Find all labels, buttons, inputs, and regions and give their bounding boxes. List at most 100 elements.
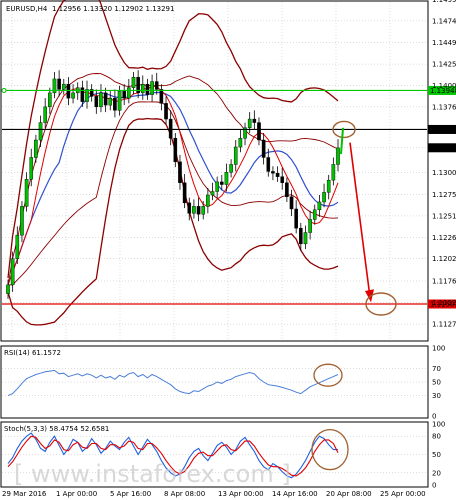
candle-body <box>150 81 154 95</box>
y-tick-label: 1.11520 <box>432 299 456 307</box>
candle-body <box>71 92 75 99</box>
candle-body <box>57 78 61 90</box>
x-tick-label: 25 Apr 00:00 <box>380 490 426 498</box>
watermark: [ www.instaforex.com ] <box>14 460 291 488</box>
candle-body <box>122 90 126 99</box>
chart-header: EURUSD,H4 <box>6 5 48 13</box>
candle-body <box>178 161 182 183</box>
indicator-tick-label: 30 <box>432 392 441 400</box>
y-tick-label: 1.14005 <box>432 82 456 90</box>
indicator-tick-label: 100 <box>432 421 445 429</box>
candle-body <box>280 176 285 183</box>
x-tick-label: 13 Apr 00:00 <box>218 490 264 498</box>
indicator-tick-label: 50 <box>432 379 441 387</box>
y-tick-label: 1.11270 <box>432 321 456 329</box>
candle-body <box>187 202 192 214</box>
candle-body <box>131 76 136 88</box>
candle-body <box>29 157 34 180</box>
y-tick-label: 1.13005 <box>432 169 456 177</box>
candle-body <box>127 87 131 99</box>
candle-body <box>224 172 229 185</box>
candle-body <box>168 118 173 139</box>
candle-body <box>285 182 289 197</box>
candle-body <box>271 171 275 174</box>
stoch-label: Stoch(5,3,3) 58.4754 52.6581 <box>4 425 109 433</box>
candle-body <box>331 164 336 181</box>
candle-body <box>257 122 261 141</box>
x-tick-label: 1 Apr 00:00 <box>56 490 97 498</box>
candle-body <box>173 138 178 163</box>
candle-body <box>20 206 24 236</box>
candle-body <box>247 118 252 128</box>
candle-body <box>80 87 85 102</box>
candle-body <box>48 92 52 108</box>
candle-body <box>322 192 326 203</box>
y-tick-label: 1.11765 <box>432 277 456 285</box>
candle-body <box>220 181 224 185</box>
chart-root: 1.139481.135011.115011.13291 1.149901.14… <box>0 0 456 498</box>
candle-body <box>108 97 113 106</box>
candle-body <box>10 258 15 286</box>
indicator-tick-label: 0 <box>432 482 436 490</box>
y-tick-label: 1.13291 <box>432 144 456 152</box>
candle-body <box>233 146 238 165</box>
candle-body <box>252 118 257 123</box>
candle-body <box>15 234 20 259</box>
y-tick-label: 1.12265 <box>432 234 456 242</box>
candle-body <box>6 284 10 294</box>
y-tick-label: 1.12020 <box>432 255 456 263</box>
x-tick-label: 8 Apr 08:00 <box>164 490 205 498</box>
candle-body <box>317 201 322 211</box>
y-tick-label: 1.12755 <box>432 191 456 199</box>
x-tick-label: 20 Apr 08:00 <box>326 490 372 498</box>
candle-body <box>34 139 38 158</box>
chart-header-ohlc: 1.12956 1.13320 1.12902 1.13291 <box>52 5 174 13</box>
level-handle <box>1 87 7 93</box>
x-tick-label: 14 Apr 16:00 <box>272 490 318 498</box>
candle-body <box>164 103 168 120</box>
candle-body <box>275 172 280 177</box>
time-axis: 29 Mar 2016 1 Apr 00:00 5 Apr 16:00 8 Apr 0… <box>2 490 426 498</box>
candle-body <box>336 147 340 165</box>
candle-body <box>154 81 159 90</box>
x-tick-label: 29 Mar 2016 <box>2 490 47 498</box>
candle-body <box>117 90 122 111</box>
candle-body <box>206 194 210 207</box>
candle-body <box>113 97 117 111</box>
candle-body <box>299 227 303 245</box>
indicator-tick-label: 80 <box>432 433 441 441</box>
y-tick-label: 1.12510 <box>432 212 456 220</box>
candle-body <box>66 83 71 99</box>
candle-body <box>210 191 215 196</box>
indicator-tick-label: 0 <box>432 413 436 421</box>
y-tick-label: 1.14495 <box>432 39 456 47</box>
candle-body <box>145 83 150 95</box>
candle-body <box>261 139 266 158</box>
candle-body <box>229 164 233 173</box>
candle-body <box>238 138 243 148</box>
candle-body <box>326 179 331 193</box>
price-pane <box>0 0 429 342</box>
candle-body <box>24 179 29 207</box>
candle-body <box>215 181 219 192</box>
indicator-tick-label: 70 <box>432 365 441 373</box>
candle-body <box>289 196 294 210</box>
candle-body <box>312 209 317 220</box>
candle-body <box>308 219 312 233</box>
y-tick-label: 1.14990 <box>432 0 456 4</box>
x-tick-label: 5 Apr 16:00 <box>110 490 151 498</box>
candle-body <box>43 106 47 123</box>
candle-body <box>140 83 145 94</box>
y-tick-label: 1.13760 <box>432 103 456 111</box>
candle-body <box>103 92 108 106</box>
candle-body <box>201 206 206 215</box>
candle-body <box>38 122 43 141</box>
candle-body <box>192 206 196 214</box>
rsi-label: RSI(14) 61.1572 <box>4 349 61 357</box>
candle-body <box>303 232 308 245</box>
candle-body <box>159 89 164 104</box>
indicator-tick-label: 50 <box>432 451 441 459</box>
y-tick-label: 1.14250 <box>432 61 456 69</box>
candle-body <box>99 92 103 108</box>
y-tick-label: 1.14745 <box>432 17 456 25</box>
